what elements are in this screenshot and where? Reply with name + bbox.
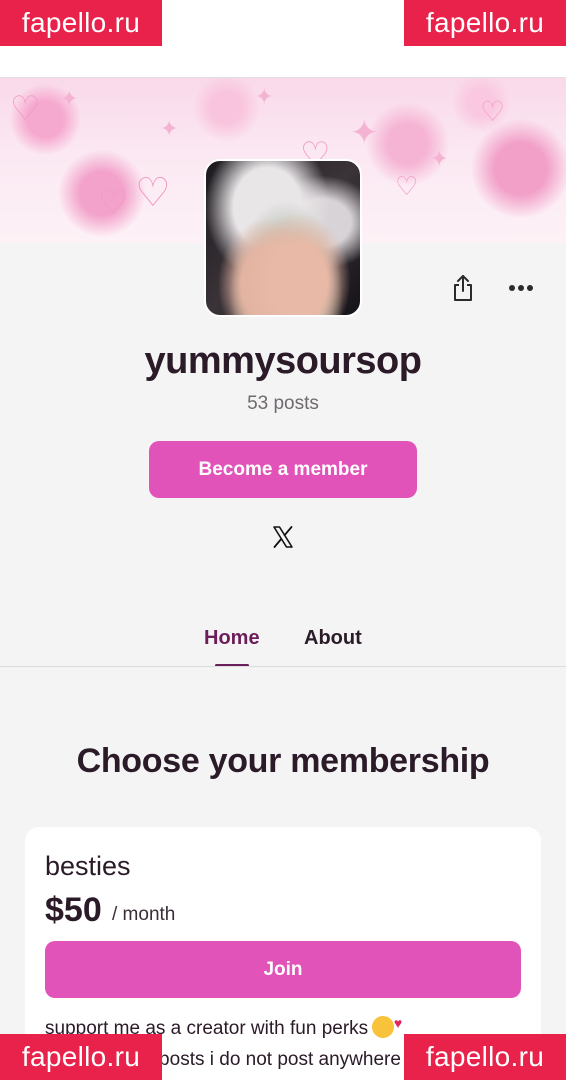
x-social-link[interactable] bbox=[268, 522, 298, 552]
watermark: fapello.ru bbox=[0, 1034, 162, 1080]
heart-decoration: ♡ bbox=[480, 96, 506, 127]
tier-name: besties bbox=[45, 851, 131, 881]
more-options-icon bbox=[509, 285, 533, 291]
heart-decoration: ♡ bbox=[395, 171, 419, 201]
heart-decoration: ♡ bbox=[98, 184, 129, 222]
x-social-icon bbox=[273, 526, 293, 548]
tabs-divider bbox=[0, 666, 566, 667]
sparkle-decoration: ✦ bbox=[350, 114, 379, 152]
share-button[interactable] bbox=[445, 270, 481, 306]
sparkle-decoration: ✦ bbox=[160, 116, 179, 141]
more-options-button[interactable] bbox=[503, 270, 539, 306]
sparkle-decoration: ✦ bbox=[255, 84, 274, 109]
tab-about[interactable]: About bbox=[304, 627, 362, 650]
join-button[interactable]: Join bbox=[45, 941, 521, 998]
post-count: 53 posts bbox=[247, 393, 319, 414]
become-member-button[interactable]: Become a member bbox=[149, 441, 417, 498]
tab-home[interactable]: Home bbox=[204, 627, 260, 650]
tier-price: $50 bbox=[45, 891, 102, 929]
heart-decoration: ♡ bbox=[10, 90, 41, 128]
smiling-face-with-hearts-icon bbox=[372, 1008, 402, 1039]
membership-section-title: Choose your membership bbox=[76, 742, 490, 780]
watermark: fapello.ru bbox=[404, 0, 566, 46]
watermark: fapello.ru bbox=[0, 0, 162, 46]
creator-name: yummysoursop bbox=[144, 340, 422, 382]
watermark: fapello.ru bbox=[404, 1034, 566, 1080]
sparkle-decoration: ✦ bbox=[60, 86, 79, 111]
sparkle-decoration: ✦ bbox=[430, 146, 449, 171]
profile-tabs: Home About bbox=[0, 625, 566, 667]
creator-avatar[interactable] bbox=[204, 159, 362, 317]
heart-decoration: ♡ bbox=[135, 171, 171, 215]
tier-period: / month bbox=[112, 904, 176, 925]
share-icon bbox=[454, 275, 472, 301]
